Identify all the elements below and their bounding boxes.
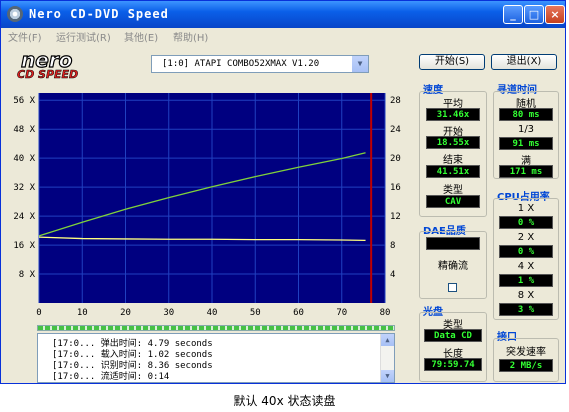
seek-random-value: 80 ms xyxy=(499,108,553,121)
x-tick-label: 0 xyxy=(36,308,41,318)
speed-type-value: CAV xyxy=(426,195,480,208)
log-time: [17:0... xyxy=(52,372,96,382)
close-button[interactable]: × xyxy=(545,5,565,24)
start-button[interactable]: 开始(S) xyxy=(419,54,485,70)
left-tick-label: 48 X xyxy=(13,125,35,135)
cpu-row-value: 0 % xyxy=(499,216,553,229)
drive-select-value: [1:0] ATAPI COMBO52XMAX V1.20 xyxy=(162,59,320,69)
app-window: Nero CD-DVD Speed _ □ × 文件(F) 运行测试(R) 其他… xyxy=(0,0,566,384)
drive-select[interactable]: [1:0] ATAPI COMBO52XMAX V1.20 ▼ xyxy=(151,55,369,73)
x-tick-label: 80 xyxy=(380,308,391,318)
disc-icon xyxy=(7,6,23,22)
log-value: 0:14 xyxy=(147,372,170,382)
seek-third-value: 91 ms xyxy=(499,137,553,150)
left-tick-label: 16 X xyxy=(13,241,35,251)
right-tick-label: 4 xyxy=(390,270,395,280)
scroll-up-icon[interactable]: ▲ xyxy=(381,334,394,346)
exit-button[interactable]: 退出(X) xyxy=(491,54,557,70)
log-scrollbar[interactable]: ▲ ▼ xyxy=(380,334,394,382)
disc-length-value: 79:59.74 xyxy=(424,358,482,371)
scroll-down-icon[interactable]: ▼ xyxy=(381,370,394,382)
cpu-row-value: 0 % xyxy=(499,245,553,258)
menu-bar: 文件(F) 运行测试(R) 其他(E) 帮助(H) xyxy=(1,28,565,46)
right-tick-label: 16 xyxy=(390,183,401,193)
cpu-row-label: 8 X xyxy=(517,290,535,301)
speed-type-label: 类型 xyxy=(443,185,463,196)
left-tick-label: 32 X xyxy=(13,183,35,193)
speed-chart: 4 8 12 16 20 24 28 8 X 16 X 24 X 32 X 40 X 48 X 56 X 0… xyxy=(9,89,413,319)
menu-other[interactable]: 其他(E) xyxy=(124,29,158,44)
right-tick-label: 20 xyxy=(390,154,401,164)
seek-third-label: 1/3 xyxy=(517,124,535,135)
log-list[interactable]: [17:0... 弹出时间: 4.79 seconds [17:0... 载入时间… xyxy=(37,333,395,383)
x-tick-label: 70 xyxy=(336,308,347,318)
menu-file[interactable]: 文件(F) xyxy=(8,29,42,44)
x-tick-label: 40 xyxy=(207,308,218,318)
accurate-stream-checkbox[interactable] xyxy=(448,283,457,292)
x-tick-label: 20 xyxy=(120,308,131,318)
burst-rate-label: 突发速率 xyxy=(506,347,546,358)
maximize-button[interactable]: □ xyxy=(524,5,544,24)
burst-rate-value: 2 MB/s xyxy=(499,359,553,372)
menu-help[interactable]: 帮助(H) xyxy=(173,29,208,44)
nero-logo: nero CD SPEED xyxy=(17,49,79,79)
chevron-down-icon[interactable]: ▼ xyxy=(352,56,368,72)
image-caption: 默认 40x 状态读盘 xyxy=(233,394,336,408)
log-line: [17:0... 流适时间: 0:14 xyxy=(52,369,169,382)
disc-type-value: Data CD xyxy=(424,329,482,342)
start-speed-value: 18.55x xyxy=(426,136,480,149)
left-tick-label: 40 X xyxy=(13,154,35,164)
minimize-button[interactable]: _ xyxy=(503,5,523,24)
logo-text-cdspeed: CD SPEED xyxy=(17,68,78,79)
log-label: 流适时间: xyxy=(100,372,143,382)
cpu-row-value: 1 % xyxy=(499,274,553,287)
left-tick-label: 8 X xyxy=(19,270,36,280)
cpu-row-label: 1 X xyxy=(517,203,535,214)
dae-quality-value xyxy=(426,237,480,250)
cpu-row-label: 2 X xyxy=(517,232,535,243)
x-tick-label: 30 xyxy=(163,308,174,318)
speed-chart-svg: 4 8 12 16 20 24 28 8 X 16 X 24 X 32 X 40 X 48 X 56 X 0… xyxy=(13,93,401,318)
x-tick-label: 10 xyxy=(77,308,88,318)
cpu-row-label: 4 X xyxy=(517,261,535,272)
progress-bar xyxy=(37,325,395,331)
seek-full-value: 171 ms xyxy=(499,165,553,178)
right-tick-label: 24 xyxy=(390,125,401,135)
left-tick-label: 24 X xyxy=(13,212,35,222)
menu-run-test[interactable]: 运行测试(R) xyxy=(56,29,111,44)
title-bar[interactable]: Nero CD-DVD Speed _ □ × xyxy=(1,1,565,28)
right-tick-label: 12 xyxy=(390,212,401,222)
left-tick-label: 56 X xyxy=(13,96,35,106)
x-tick-label: 60 xyxy=(293,308,304,318)
average-value: 31.46x xyxy=(426,108,480,121)
accurate-stream-label: 精确流 xyxy=(438,261,468,272)
right-tick-label: 28 xyxy=(390,96,401,106)
window-title: Nero CD-DVD Speed xyxy=(29,7,169,21)
x-tick-label: 50 xyxy=(250,308,261,318)
right-tick-label: 8 xyxy=(390,241,395,251)
end-speed-label: 结束 xyxy=(443,155,463,166)
end-speed-value: 41.51x xyxy=(426,165,480,178)
cpu-row-value: 3 % xyxy=(499,303,553,316)
